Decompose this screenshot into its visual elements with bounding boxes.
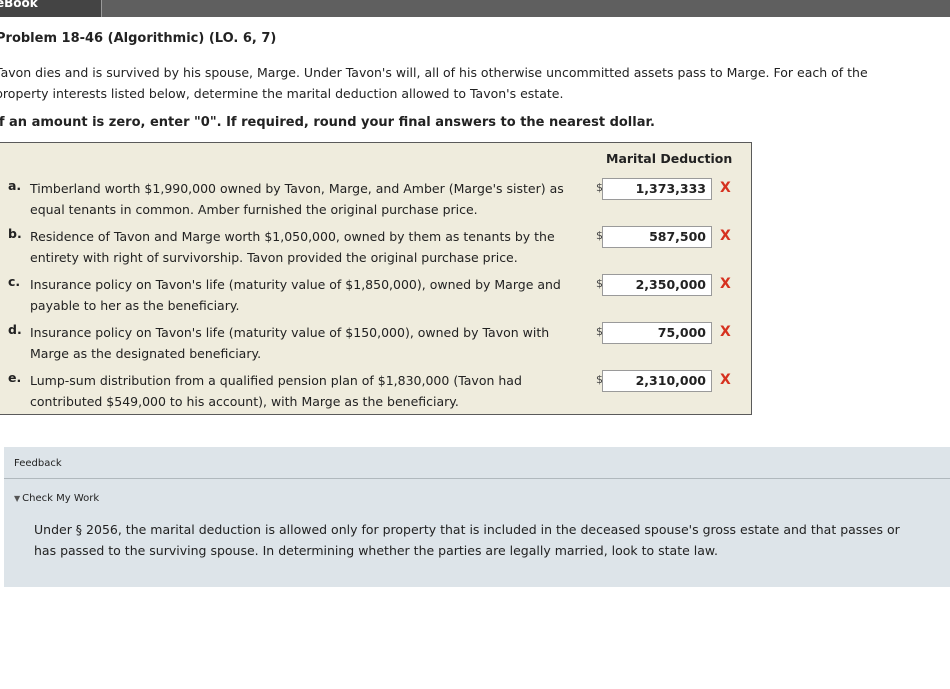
feedback-text: Under § 2056, the marital deduction is a…: [34, 522, 900, 558]
question-row-d: d. Insurance policy on Tavon's life (mat…: [0, 322, 750, 368]
answer-input-d[interactable]: 75,000: [602, 322, 712, 344]
question-row-a: a. Timberland worth $1,990,000 owned by …: [0, 178, 750, 224]
row-text: Timberland worth $1,990,000 owned by Tav…: [30, 181, 564, 217]
incorrect-icon: X: [720, 372, 731, 388]
row-letter: a.: [8, 178, 22, 193]
answer-input-c[interactable]: 2,350,000: [602, 274, 712, 296]
answer-input-e[interactable]: 2,310,000: [602, 370, 712, 392]
incorrect-icon: X: [720, 228, 731, 244]
incorrect-icon: X: [720, 276, 731, 292]
question-row-b: b. Residence of Tavon and Marge worth $1…: [0, 226, 750, 272]
ebook-tab[interactable]: eBook: [0, 0, 102, 17]
feedback-panel: Feedback ▼ Check My Work Under § 2056, th…: [4, 447, 950, 587]
problem-instructions: If an amount is zero, enter "0". If requ…: [0, 115, 655, 130]
row-letter: b.: [8, 226, 22, 241]
check-my-work-label: Check My Work: [22, 493, 100, 504]
row-text: Insurance policy on Tavon's life (maturi…: [30, 277, 561, 313]
question-row-c: c. Insurance policy on Tavon's life (mat…: [0, 274, 750, 320]
answer-input-a[interactable]: 1,373,333: [602, 178, 712, 200]
incorrect-icon: X: [720, 180, 731, 196]
problem-title: Problem 18-46 (Algorithmic) (LO. 6, 7): [0, 31, 277, 46]
row-letter: c.: [8, 274, 21, 289]
row-letter: d.: [8, 322, 22, 337]
row-letter: e.: [8, 370, 22, 385]
answer-input-b[interactable]: 587,500: [602, 226, 712, 248]
top-bar: eBook: [0, 0, 950, 17]
question-row-e: e. Lump-sum distribution from a qualifie…: [0, 370, 750, 416]
triangle-down-icon: ▼: [14, 494, 21, 503]
problem-intro: Tavon dies and is survived by his spouse…: [0, 65, 868, 101]
check-my-work-toggle[interactable]: ▼ Check My Work: [14, 493, 99, 504]
row-text: Insurance policy on Tavon's life (maturi…: [30, 325, 550, 361]
feedback-label: Feedback: [14, 458, 62, 469]
column-header: Marital Deduction: [606, 151, 733, 166]
incorrect-icon: X: [720, 324, 731, 340]
feedback-divider: [4, 478, 950, 479]
row-text: Residence of Tavon and Marge worth $1,05…: [30, 229, 555, 265]
row-text: Lump-sum distribution from a qualified p…: [30, 373, 522, 409]
